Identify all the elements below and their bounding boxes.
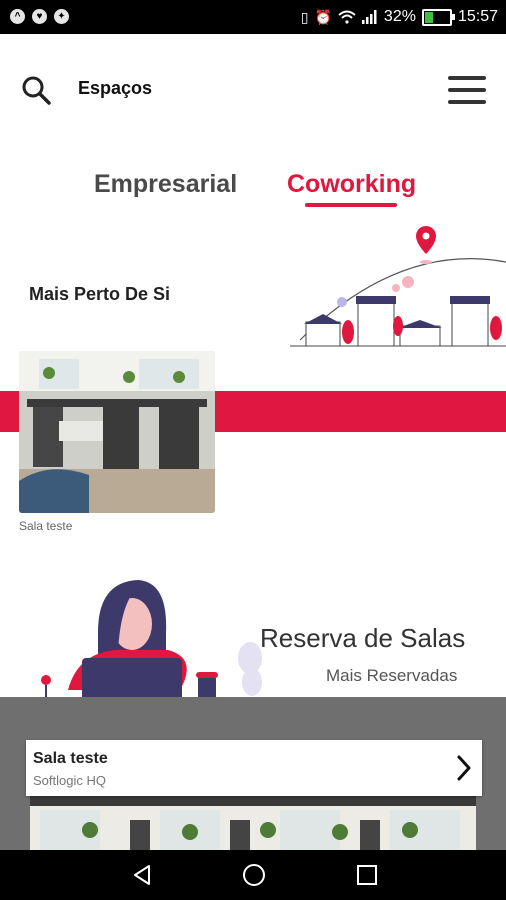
location-pin-icon [416,226,436,254]
page-title: Espaços [78,78,153,98]
alarm-icon: ⏰ [314,8,332,25]
room-name: Sala teste [33,750,108,767]
chevron-right-icon[interactable] [456,754,472,782]
vibrate-icon: ▯ [300,8,309,25]
system-nav-bar [0,850,506,900]
most-booked-item[interactable]: Sala teste Softlogic HQ [26,740,482,796]
back-icon[interactable] [131,864,153,886]
space-photo[interactable] [19,351,215,513]
battery-icon [421,8,455,26]
clock: 15:57 [457,8,498,25]
app-notification-icon: ^ [10,9,25,24]
space-card-caption: Sala teste [19,519,73,533]
status-bar: ^ ♥ ✦ ▯ ⏰ 32% 15:57 [0,0,506,34]
active-tab-indicator [305,203,397,207]
heart-notification-icon: ♥ [32,9,47,24]
section-title-booking: Reserva de Salas [260,623,466,653]
tab-coworking[interactable]: Coworking [287,170,416,199]
room-location: Softlogic HQ [33,773,106,788]
battery-percent: 32% [383,8,416,25]
signal-icon [361,10,377,24]
section-title-near: Mais Perto De Si [29,284,171,304]
section-subtitle-most-booked: Mais Reservadas [326,666,458,685]
search-icon[interactable] [20,74,52,106]
space-photo-strip[interactable] [30,796,476,850]
wifi-icon [338,10,356,24]
city-map-illustration [290,226,506,347]
home-icon[interactable] [242,863,266,887]
messenger-notification-icon: ✦ [54,9,69,24]
hamburger-menu-icon[interactable] [448,76,486,104]
tab-empresarial[interactable]: Empresarial [94,170,237,199]
recents-icon[interactable] [356,864,378,886]
